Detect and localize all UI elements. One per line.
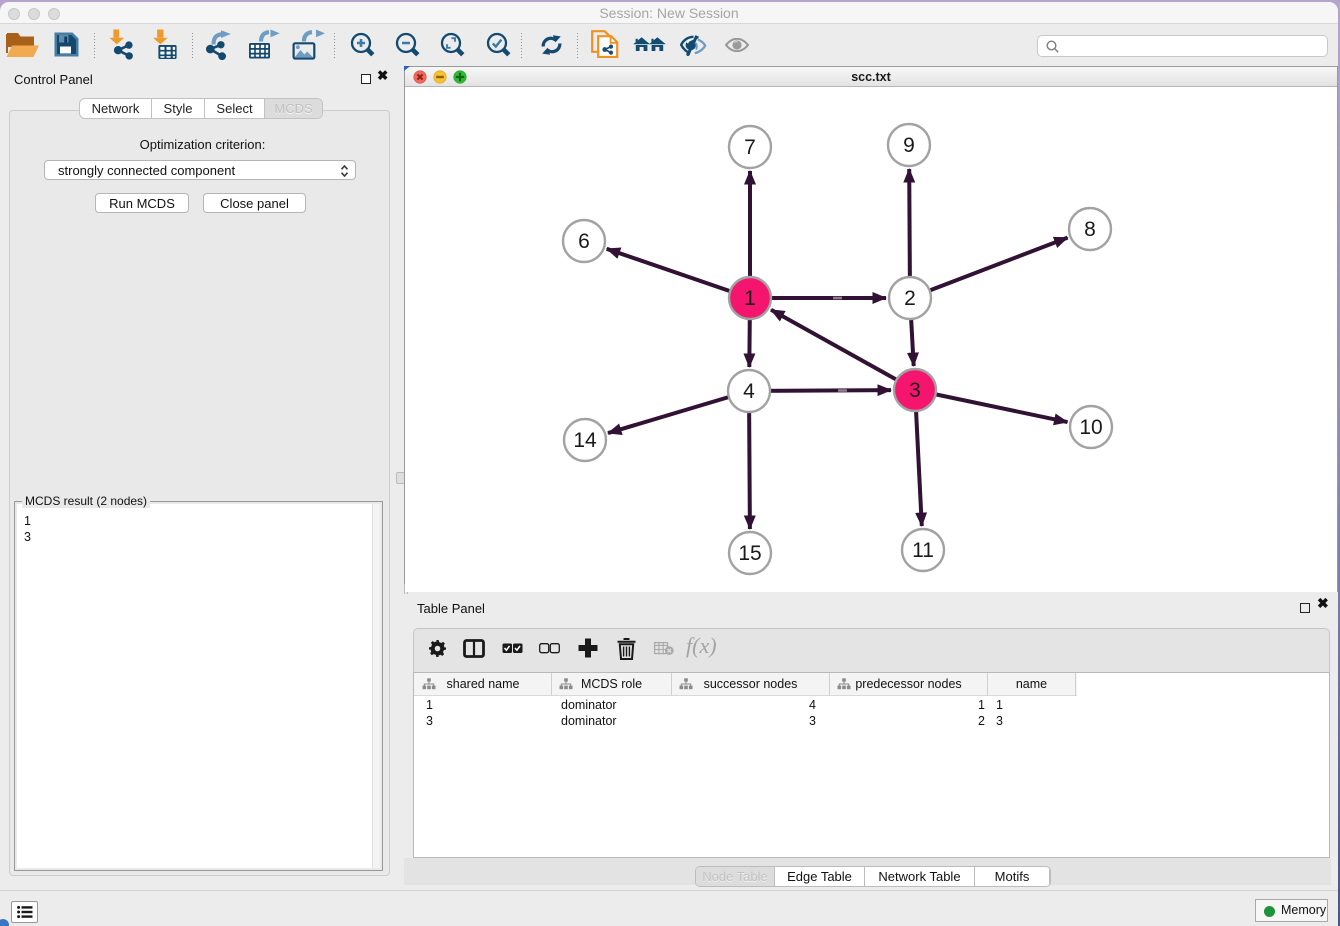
svg-text:15: 15	[738, 542, 761, 565]
svg-text:11: 11	[912, 539, 934, 562]
svg-text:14: 14	[573, 429, 597, 452]
svg-text:4: 4	[743, 380, 755, 403]
svg-text:3: 3	[909, 379, 921, 402]
svg-text:1: 1	[744, 287, 756, 310]
svg-text:10: 10	[1079, 416, 1102, 439]
svg-text:6: 6	[578, 230, 590, 253]
svg-text:2: 2	[904, 287, 916, 310]
svg-text:8: 8	[1084, 218, 1096, 241]
svg-text:7: 7	[744, 136, 756, 159]
svg-text:9: 9	[903, 134, 915, 157]
